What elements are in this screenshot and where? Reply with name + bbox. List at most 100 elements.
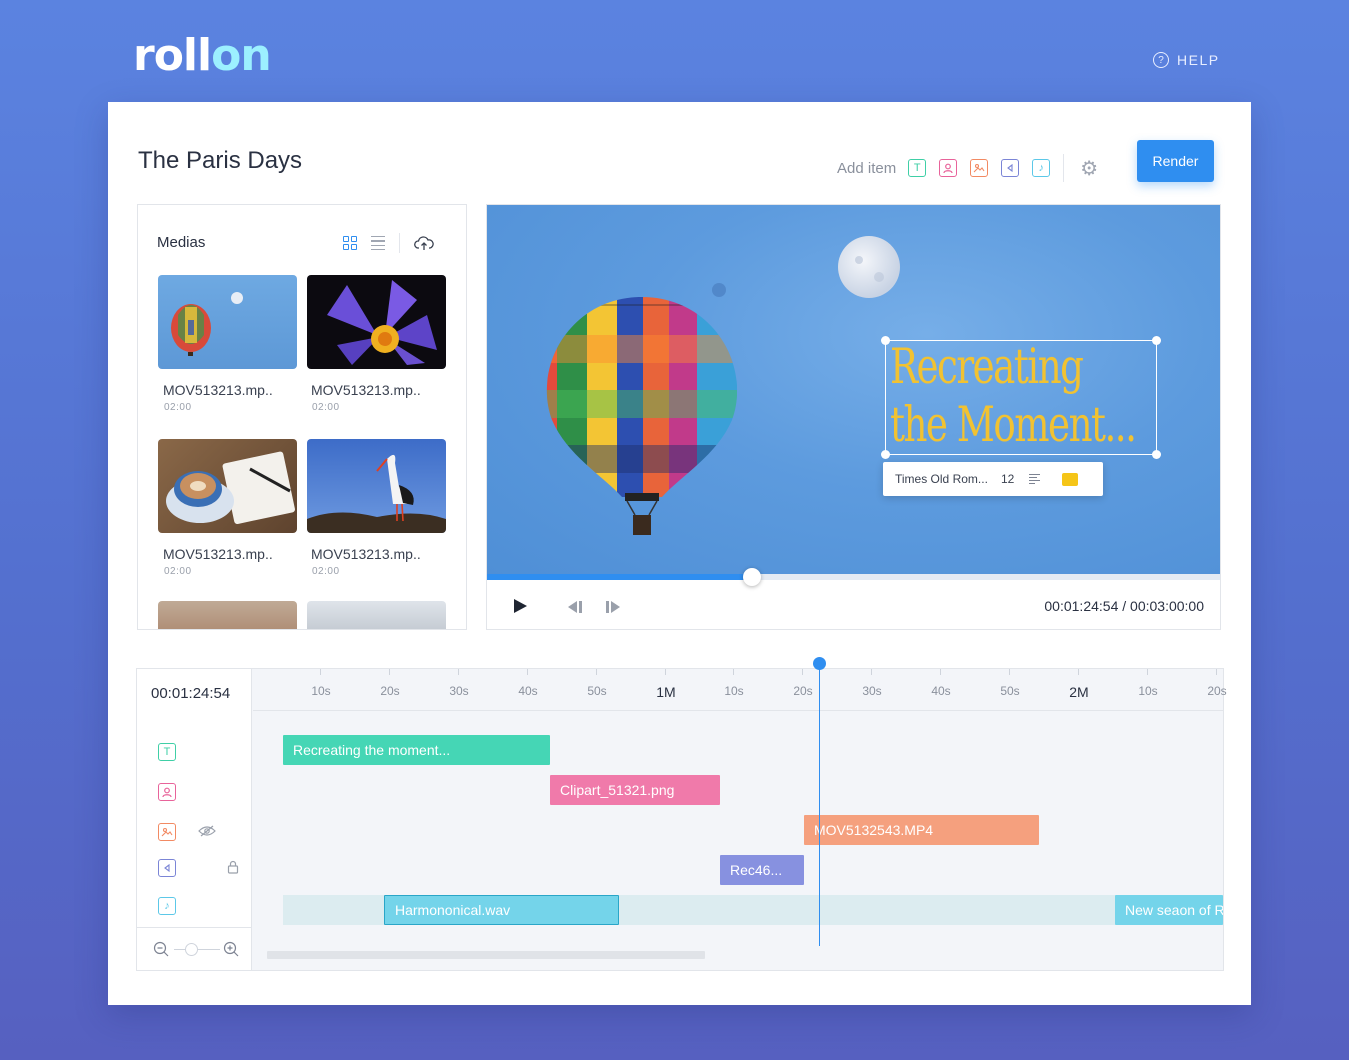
time-ruler[interactable]: 10s 20s 30s 40s 50s 1M 10s 20s 30s 40s 50s 2M 10s 20s [253, 669, 1227, 711]
toolbar-divider [1063, 154, 1065, 182]
align-left-icon[interactable] [1029, 473, 1040, 485]
ruler-tick-mark [527, 669, 528, 675]
resize-handle[interactable] [881, 450, 890, 459]
balloon-thumbnail-image [171, 292, 243, 356]
media-thumb-stork[interactable] [307, 439, 446, 533]
ruler-tick-mark [665, 669, 666, 675]
project-title: The Paris Days [138, 147, 303, 174]
ruler-tick-mark [733, 669, 734, 675]
add-image-button[interactable] [970, 159, 989, 177]
timeline-current-time: 00:01:24:54 [151, 685, 231, 702]
add-clipart-button[interactable] [939, 159, 958, 177]
media-duration: 02:00 [164, 402, 192, 413]
time-separator: / [1122, 598, 1127, 614]
stork-thumbnail-image [307, 454, 446, 533]
clipart-track-icon[interactable] [158, 783, 176, 801]
font-size-select[interactable]: 12 [1001, 472, 1025, 486]
ruler-tick-mark [389, 669, 390, 675]
resize-handle[interactable] [881, 336, 890, 345]
ruler-tick-mark [1009, 669, 1010, 675]
add-item-toolbar: Add item T ♪ ⚙ [837, 154, 1098, 182]
timeline-scrollbar[interactable] [267, 951, 705, 959]
add-record-button[interactable] [1001, 159, 1020, 177]
ruler-tick-label: 20s [793, 684, 813, 698]
text-overlay-box[interactable]: Recreating the Moment... [881, 336, 1161, 459]
add-music-button[interactable]: ♪ [1032, 159, 1051, 177]
coffee-thumbnail-image [166, 451, 295, 525]
text-color-swatch[interactable] [1062, 472, 1078, 486]
media-name: MOV513213.mp.. [311, 382, 421, 398]
play-icon[interactable] [512, 598, 528, 614]
playback-progress-bar[interactable] [487, 568, 1220, 586]
total-time: 00:03:00:00 [1130, 598, 1204, 614]
hidden-eye-icon [198, 825, 216, 837]
overlay-line-1: Recreating [890, 338, 1084, 395]
clipart-clip[interactable]: Clipart_51321.png [550, 775, 720, 805]
ruler-tick-label: 20s [380, 684, 400, 698]
music-track-icon[interactable]: ♪ [158, 897, 176, 915]
grid-view-icon[interactable] [343, 236, 357, 250]
question-circle-icon: ? [1153, 52, 1169, 68]
media-thumb-balloon[interactable] [158, 275, 297, 369]
help-label: HELP [1177, 52, 1220, 68]
image-track-icon[interactable] [158, 823, 176, 841]
step-forward-icon[interactable] [605, 601, 621, 613]
media-thumb-partial[interactable] [158, 601, 297, 629]
ruler-tick-mark [802, 669, 803, 675]
media-thumb-coffee[interactable] [158, 439, 297, 533]
media-name: MOV513213.mp.. [311, 546, 421, 562]
ruler-tick-label: 10s [1138, 684, 1158, 698]
zoom-in-icon[interactable] [223, 941, 239, 957]
step-back-icon[interactable] [567, 601, 583, 613]
track-headers: 00:01:24:54 T ♪ [137, 669, 252, 970]
resize-handle[interactable] [1152, 336, 1161, 345]
media-thumb-flower[interactable] [307, 275, 446, 369]
resize-handle[interactable] [1152, 450, 1161, 459]
audio-clip[interactable]: New seaon of R [1115, 895, 1223, 925]
zoom-slider-knob[interactable] [185, 943, 198, 956]
ruler-tick-label: 40s [931, 684, 951, 698]
overlay-text: Recreating the Moment... [890, 338, 1137, 454]
timeline-panel: 00:01:24:54 T ♪ 10s 20s 30s 40s 50s 1M 10s 20s 3… [136, 657, 1227, 971]
progress-fill [487, 574, 752, 580]
video-canvas[interactable]: Recreating the Moment... Times Old Rom...… [487, 205, 1220, 574]
text-clip[interactable]: Recreating the moment... [283, 735, 550, 765]
ruler-tick-label: 2M [1069, 684, 1089, 700]
font-family-select[interactable]: Times Old Rom... [895, 472, 997, 486]
ruler-tick-mark [1078, 669, 1079, 675]
overlay-line-2: the Moment... [890, 396, 1137, 453]
video-clip[interactable]: MOV5132543.MP4 [804, 815, 1039, 845]
progress-knob[interactable] [743, 568, 761, 586]
ruler-tick-mark [596, 669, 597, 675]
ruler-tick-label: 30s [449, 684, 469, 698]
cloud-upload-icon[interactable] [414, 235, 434, 251]
record-track-icon[interactable] [158, 859, 176, 877]
gear-icon[interactable]: ⚙ [1080, 156, 1098, 181]
clipart-icon [943, 163, 953, 174]
render-button[interactable]: Render [1137, 140, 1214, 182]
media-thumb-partial[interactable] [307, 601, 446, 629]
zoom-controls [137, 927, 252, 970]
media-duration: 02:00 [312, 402, 340, 413]
image-icon [973, 163, 985, 173]
ruler-tick-label: 10s [311, 684, 331, 698]
video-preview-panel: Recreating the Moment... Times Old Rom...… [486, 204, 1221, 630]
media-name: MOV513213.mp.. [163, 546, 273, 562]
ruler-tick-mark [940, 669, 941, 675]
rollon-logo[interactable]: rollon [133, 34, 272, 78]
zoom-out-icon[interactable] [153, 941, 169, 957]
add-text-button[interactable]: T [908, 159, 927, 177]
music-icon: ♪ [1038, 162, 1044, 174]
flower-thumbnail-image [327, 280, 437, 365]
ruler-tick-mark [320, 669, 321, 675]
text-track-icon[interactable]: T [158, 743, 176, 761]
medias-panel: Medias MOV513213.mp.. 02:00 MOV513213.mp… [137, 204, 467, 630]
playhead-handle[interactable] [813, 657, 826, 670]
text-icon: T [913, 162, 921, 174]
help-link[interactable]: ? HELP [1153, 52, 1220, 68]
audio-clip[interactable]: Harmononical.wav [384, 895, 619, 925]
text-format-toolbar: Times Old Rom... 12 [883, 462, 1103, 496]
list-view-icon[interactable] [371, 235, 385, 251]
ruler-tick-label: 1M [656, 684, 676, 700]
record-clip[interactable]: Rec46... [720, 855, 804, 885]
